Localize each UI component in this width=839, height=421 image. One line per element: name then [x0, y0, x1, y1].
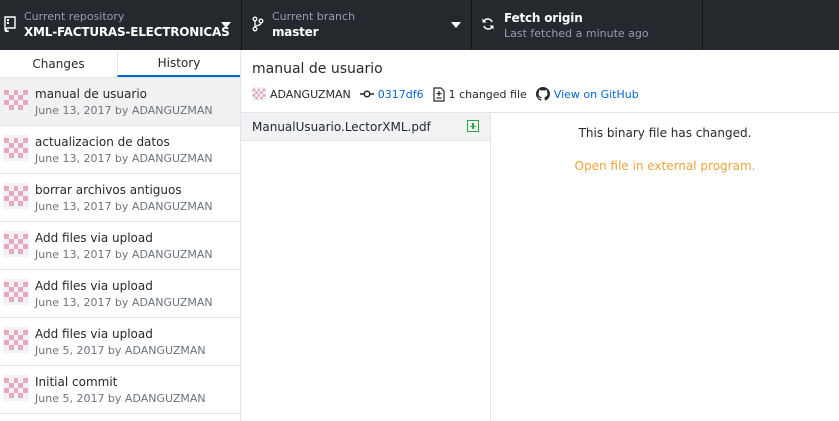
view-on-github-label: View on GitHub [553, 87, 639, 101]
avatar [252, 87, 266, 101]
binary-file-message: This binary file has changed. [578, 126, 752, 140]
avatar [3, 183, 29, 209]
avatar [3, 279, 29, 305]
changed-files-count: 1 changed file [432, 86, 527, 102]
tab-changes[interactable]: Changes [0, 50, 117, 77]
commit-title: Add files via upload [35, 327, 153, 341]
app-toolbar: Current repository XML-FACTURAS-ELECTRON… [0, 0, 839, 50]
commit-list: manual de usuario June 13, 2017 by ADANG… [0, 78, 240, 414]
commit-meta: June 5, 2017 by ADANGUZMAN [35, 392, 206, 405]
sidebar-tabs: Changes History [0, 50, 240, 78]
chevron-down-icon [221, 22, 231, 28]
diff-view: This binary file has changed. Open file … [491, 113, 839, 421]
avatar [3, 231, 29, 257]
branch-label: Current branch [272, 10, 356, 23]
branch-name: master [272, 25, 319, 39]
commit-sha[interactable]: 0317df6 [359, 87, 424, 101]
commit-title: actualizacion de datos [35, 135, 170, 149]
file-added-icon [467, 120, 479, 132]
commit-summary-title: manual de usuario [252, 61, 383, 77]
branch-selector[interactable]: Current branch master [242, 0, 472, 50]
repository-selector[interactable]: Current repository XML-FACTURAS-ELECTRON… [0, 0, 242, 50]
commit-meta: June 13, 2017 by ADANGUZMAN [35, 248, 213, 261]
avatar [3, 87, 29, 113]
commit-title: borrar archivos antiguos [35, 183, 182, 197]
open-external-link[interactable]: Open file in external program. [491, 159, 839, 173]
commit-list-item[interactable]: actualizacion de datos June 13, 2017 by … [0, 126, 240, 174]
commit-meta: June 5, 2017 by ADANGUZMAN [35, 344, 206, 357]
commit-meta: June 13, 2017 by ADANGUZMAN [35, 104, 213, 117]
file-name: ManualUsuario.LectorXML.pdf [252, 120, 431, 134]
commit-list-item[interactable]: borrar archivos antiguos June 13, 2017 b… [0, 174, 240, 222]
file-diff-icon [432, 86, 445, 102]
commit-list-item[interactable]: Add files via upload June 5, 2017 by ADA… [0, 318, 240, 366]
chevron-down-icon [451, 22, 461, 28]
commit-title: Add files via upload [35, 279, 153, 293]
view-on-github-link[interactable]: View on GitHub [535, 87, 639, 101]
branch-icon [252, 16, 264, 32]
commit-author: ADANGUZMAN [252, 87, 351, 101]
commit-list-item[interactable]: manual de usuario June 13, 2017 by ADANG… [0, 78, 240, 126]
repo-label: Current repository [24, 10, 125, 23]
avatar [3, 375, 29, 401]
fetch-origin-button[interactable]: Fetch origin Last fetched a minute ago [472, 0, 703, 50]
commit-title: manual de usuario [35, 87, 147, 101]
file-list-item[interactable]: ManualUsuario.LectorXML.pdf [241, 113, 490, 141]
fetch-status: Last fetched a minute ago [504, 27, 649, 40]
commit-summary: manual de usuario ADANGUZMAN 0317df6 1 c… [241, 50, 839, 113]
commit-metadata: ADANGUZMAN 0317df6 1 changed file View o… [252, 86, 648, 102]
commit-list-item[interactable]: Add files via upload June 13, 2017 by AD… [0, 270, 240, 318]
tab-history[interactable]: History [117, 50, 240, 77]
git-commit-icon [359, 90, 374, 98]
commit-meta: June 13, 2017 by ADANGUZMAN [35, 296, 213, 309]
repo-icon [4, 16, 16, 32]
repo-name: XML-FACTURAS-ELECTRONICAS [24, 25, 230, 39]
sync-icon [482, 18, 494, 30]
commit-list-item[interactable]: Initial commit June 5, 2017 by ADANGUZMA… [0, 366, 240, 414]
github-icon [535, 87, 550, 101]
avatar [3, 135, 29, 161]
fetch-label: Fetch origin [504, 11, 583, 25]
changed-files-label: 1 changed file [448, 87, 527, 101]
changed-files-list: ManualUsuario.LectorXML.pdf [241, 113, 491, 421]
sha-value: 0317df6 [377, 87, 424, 101]
commit-meta: June 13, 2017 by ADANGUZMAN [35, 152, 213, 165]
avatar [3, 327, 29, 353]
commit-title: Initial commit [35, 375, 118, 389]
author-name: ADANGUZMAN [270, 87, 351, 101]
sidebar: Changes History manual de usuario June 1… [0, 50, 241, 421]
commit-title: Add files via upload [35, 231, 153, 245]
commit-list-item[interactable]: Add files via upload June 13, 2017 by AD… [0, 222, 240, 270]
commit-meta: June 13, 2017 by ADANGUZMAN [35, 200, 213, 213]
